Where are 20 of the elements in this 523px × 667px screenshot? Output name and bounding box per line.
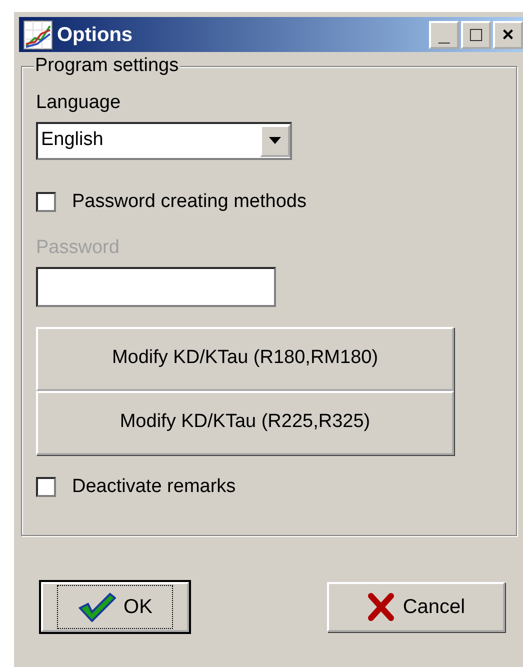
modify-button[interactable]: Modify KD/KTau (R225,R325): [36, 390, 454, 454]
checkbox-label: Password creating methods: [72, 190, 306, 214]
window-title: Options: [57, 22, 133, 48]
minimize-button[interactable]: _: [429, 20, 459, 48]
checkbox[interactable]: [36, 192, 56, 212]
ok-button[interactable]: OK: [41, 582, 189, 632]
checkbox-label: Deactivate remarks: [72, 474, 236, 498]
cancel-button[interactable]: Cancel: [327, 582, 505, 632]
modify-button[interactable]: Modify KD/KTau (R180,RM180): [36, 326, 454, 390]
cross-icon: [366, 592, 395, 622]
language-label: Language: [36, 92, 121, 113]
close-button[interactable]: ×: [493, 20, 523, 48]
chart-icon: [23, 20, 53, 50]
group-title: Program settings: [34, 55, 180, 77]
maximize-button[interactable]: □: [461, 20, 491, 48]
check-icon: [78, 592, 116, 622]
dropdown-arrow-icon: [269, 137, 281, 144]
password-field[interactable]: [36, 266, 276, 306]
language-dropdown[interactable]: English: [36, 122, 292, 160]
checkbox[interactable]: [36, 476, 56, 497]
